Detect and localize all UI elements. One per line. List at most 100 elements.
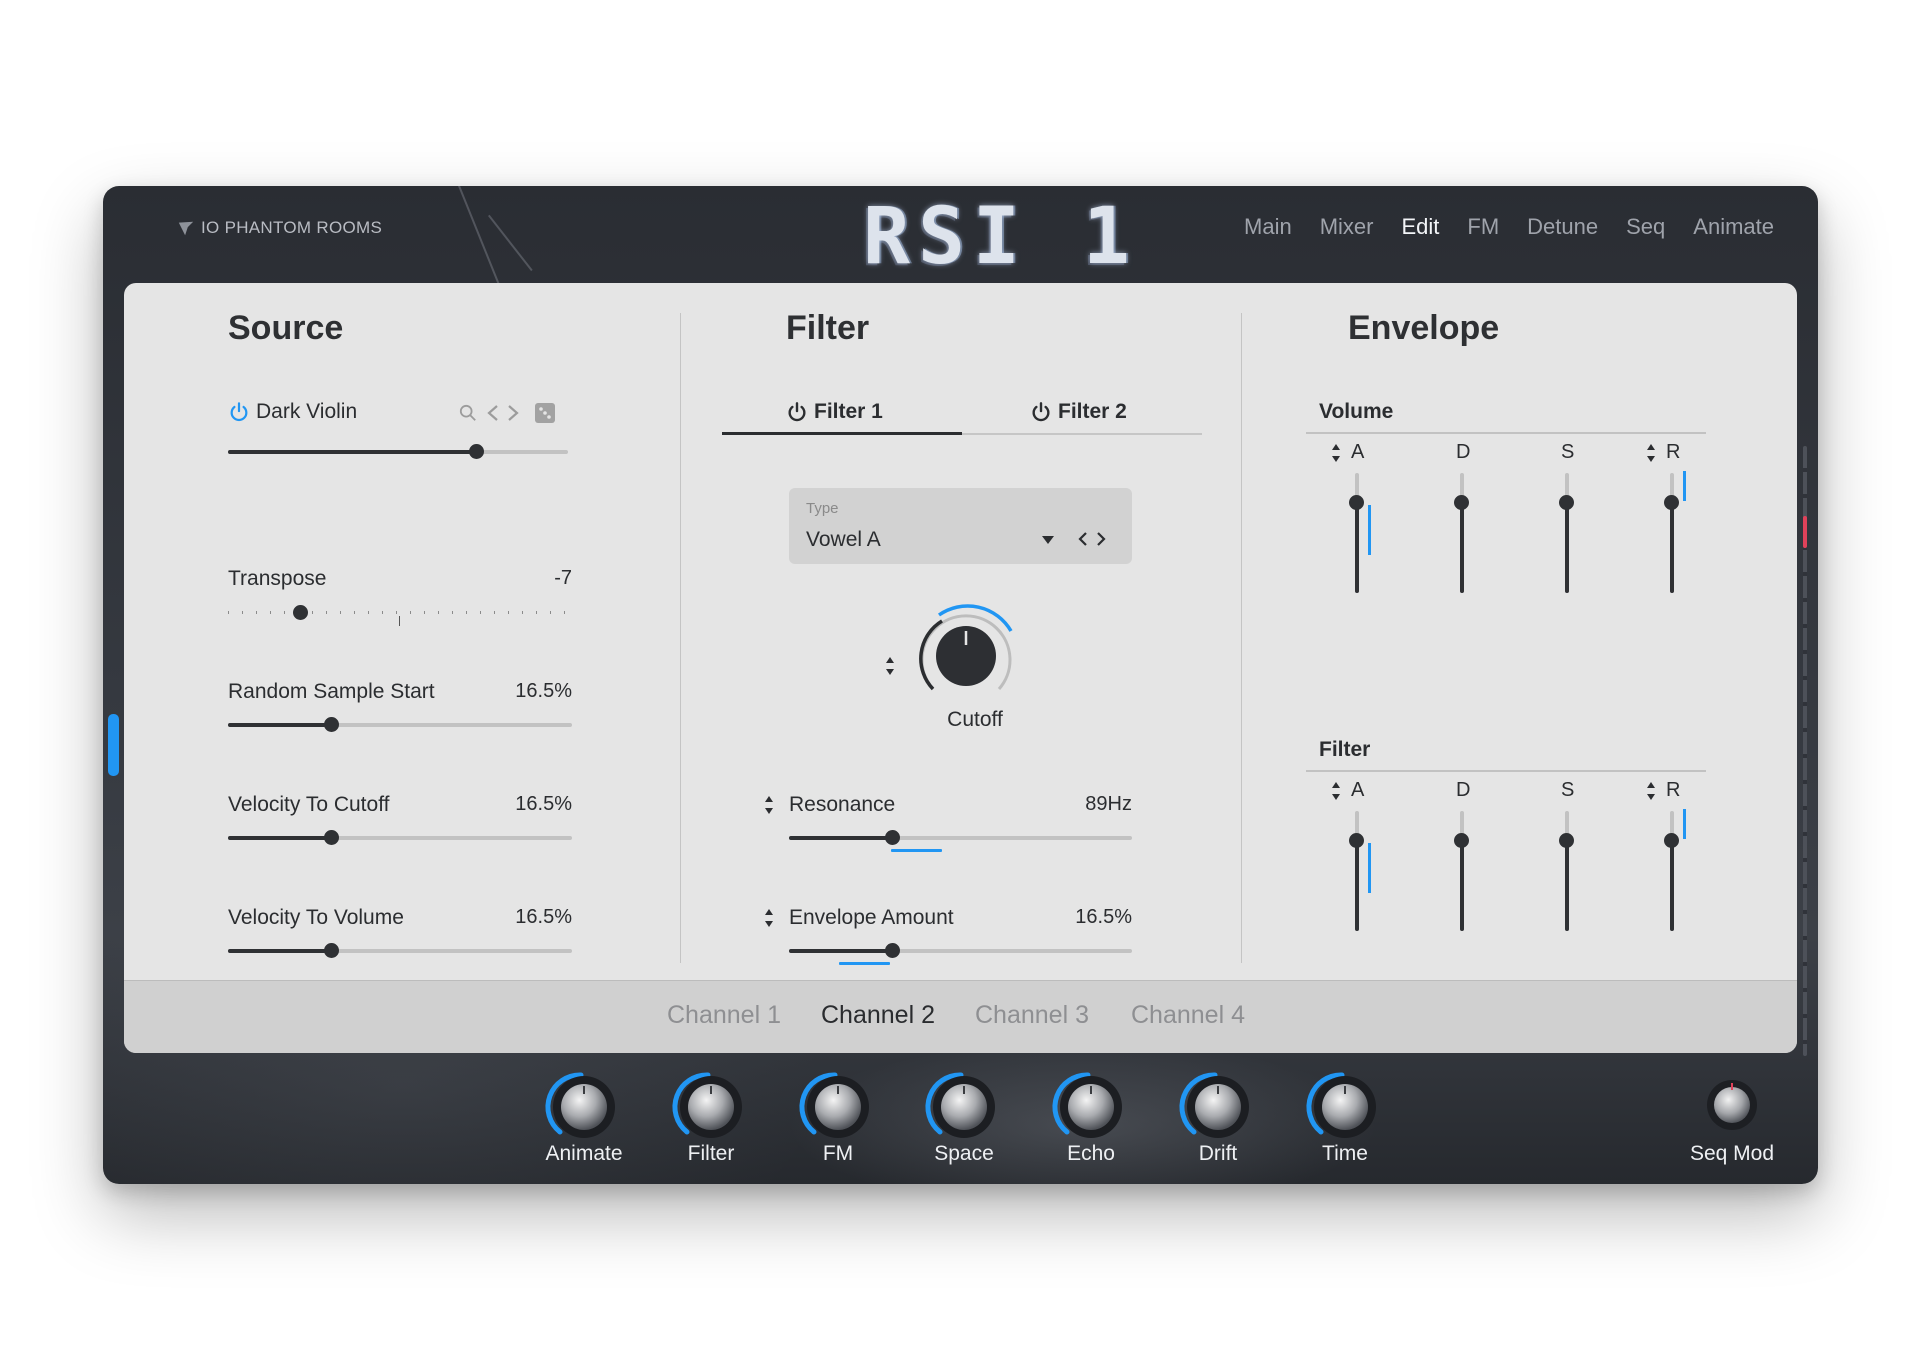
mod-arrows-icon[interactable] [764, 795, 774, 815]
chevron-down-icon[interactable] [1041, 534, 1055, 546]
envelope-slider-fill [1355, 503, 1359, 593]
envelope-mod-indicator [1683, 809, 1686, 839]
mod-arrows-icon[interactable] [1646, 443, 1656, 463]
envelope-slider-thumb[interactable] [1349, 833, 1364, 848]
nav-mixer[interactable]: Mixer [1320, 214, 1374, 240]
tab-channel-1[interactable]: Channel 1 [667, 1001, 781, 1030]
envelope-slider-thumb[interactable] [1664, 833, 1679, 848]
nav-detune[interactable]: Detune [1527, 214, 1598, 240]
mod-arrows-icon[interactable] [1331, 443, 1341, 463]
resonance-value: 89Hz [1085, 793, 1132, 815]
transpose-slider-thumb[interactable] [293, 605, 309, 620]
macro-knob-space[interactable] [916, 1062, 1006, 1152]
envelope-amount-label: Envelope Amount [789, 906, 954, 929]
tab-filter-2[interactable]: Filter 2 [1030, 400, 1127, 424]
seq-mod-knob[interactable] [1701, 1074, 1763, 1136]
section-divider [680, 313, 681, 963]
macro-knob-drift[interactable] [1170, 1062, 1260, 1152]
edit-panel: Source Dark Violin Transpose -7 Random S… [124, 283, 1797, 1053]
search-icon[interactable] [459, 404, 477, 422]
random-dice-icon[interactable] [534, 402, 556, 424]
envelope-stage-label: S [1561, 779, 1575, 801]
random-sample-start-label: Random Sample Start [228, 680, 435, 703]
macro-knob-filter[interactable] [663, 1062, 753, 1152]
random-sample-start-thumb[interactable] [324, 717, 340, 732]
envelope-mod-indicator [1368, 843, 1371, 893]
velocity-to-volume-value: 16.5% [515, 906, 572, 928]
macro-knob-echo[interactable] [1043, 1062, 1133, 1152]
filter-envelope-rule [1306, 770, 1706, 772]
envelope-title: Envelope [1348, 309, 1500, 347]
power-icon[interactable] [228, 401, 250, 423]
next-icon[interactable] [506, 403, 520, 423]
macro-label-time: Time [1322, 1142, 1368, 1165]
mod-arrows-icon[interactable] [1331, 781, 1341, 801]
envelope-slider-thumb[interactable] [1454, 833, 1469, 848]
tab-channel-2[interactable]: Channel 2 [821, 1001, 935, 1030]
tab-channel-4[interactable]: Channel 4 [1131, 1001, 1245, 1030]
envelope-amount-fill [789, 949, 892, 953]
nav-main[interactable]: Main [1244, 214, 1292, 240]
transpose-tick [410, 611, 411, 614]
cutoff-knob[interactable] [911, 601, 1021, 711]
transpose-tick [256, 611, 257, 614]
macro-label-drift: Drift [1198, 1142, 1238, 1165]
envelope-mod-indicator [1683, 471, 1686, 501]
envelope-slider-thumb[interactable] [1349, 495, 1364, 510]
plugin-window: IO PHANTOM ROOMS RSI 1 Main Mixer Edit F… [103, 186, 1818, 1184]
transpose-tick [536, 611, 537, 614]
velocity-to-volume-fill [228, 949, 332, 953]
filter-type-caption: Type [806, 500, 839, 517]
nav-animate[interactable]: Animate [1693, 214, 1774, 240]
tab-filter-1[interactable]: Filter 1 [786, 400, 883, 424]
macro-label-space: Space [934, 1142, 994, 1165]
filter-type-select[interactable]: Type Vowel A [789, 488, 1132, 564]
previous-icon[interactable] [486, 403, 500, 423]
volume-envelope-title: Volume [1319, 400, 1394, 423]
velocity-to-cutoff-label: Velocity To Cutoff [228, 793, 390, 816]
side-drawer-handle[interactable] [108, 714, 119, 776]
macro-knob-fm[interactable] [790, 1062, 880, 1152]
nav-edit[interactable]: Edit [1401, 214, 1439, 240]
envelope-slider-thumb[interactable] [1664, 495, 1679, 510]
sample-name[interactable]: Dark Violin [256, 400, 357, 424]
macro-knob-time[interactable] [1297, 1062, 1387, 1152]
nav-fm[interactable]: FM [1467, 214, 1499, 240]
transpose-tick [270, 611, 271, 614]
macro-label-filter: Filter [687, 1142, 735, 1165]
sample-slider-thumb[interactable] [469, 444, 485, 459]
next-icon[interactable] [1095, 530, 1107, 548]
transpose-tick [480, 611, 481, 614]
macro-knob-animate[interactable] [536, 1062, 626, 1152]
envelope-amount-thumb[interactable] [884, 943, 900, 958]
velocity-to-volume-label: Velocity To Volume [228, 906, 404, 929]
envelope-slider-thumb[interactable] [1454, 495, 1469, 510]
resonance-thumb[interactable] [884, 830, 900, 845]
sample-slider-fill [228, 450, 477, 454]
envelope-slider-thumb[interactable] [1559, 495, 1574, 510]
mod-arrows-icon[interactable] [764, 908, 774, 928]
source-title: Source [228, 309, 344, 347]
mod-arrows-icon[interactable] [1646, 781, 1656, 801]
nav-seq[interactable]: Seq [1626, 214, 1665, 240]
envelope-slider-fill [1565, 503, 1569, 593]
tab-channel-3[interactable]: Channel 3 [975, 1001, 1089, 1030]
mod-arrows-icon[interactable] [885, 656, 895, 676]
envelope-slider-fill [1460, 503, 1464, 593]
previous-icon[interactable] [1077, 530, 1089, 548]
envelope-stage-label: R [1666, 779, 1681, 801]
brand-logo-icon [178, 221, 194, 236]
transpose-tick [368, 611, 369, 614]
transpose-tick [452, 611, 453, 614]
transpose-tick [382, 611, 383, 614]
transpose-tick [312, 611, 313, 614]
velocity-to-volume-thumb[interactable] [324, 943, 340, 958]
envelope-slider-fill [1670, 841, 1674, 931]
envelope-slider-thumb[interactable] [1559, 833, 1574, 848]
envelope-stage-label: D [1456, 441, 1471, 463]
transpose-tick [396, 611, 397, 614]
transpose-tick [354, 611, 355, 614]
transpose-tick [550, 611, 551, 614]
envelope-stage-label: D [1456, 779, 1471, 801]
velocity-to-cutoff-thumb[interactable] [324, 830, 340, 845]
